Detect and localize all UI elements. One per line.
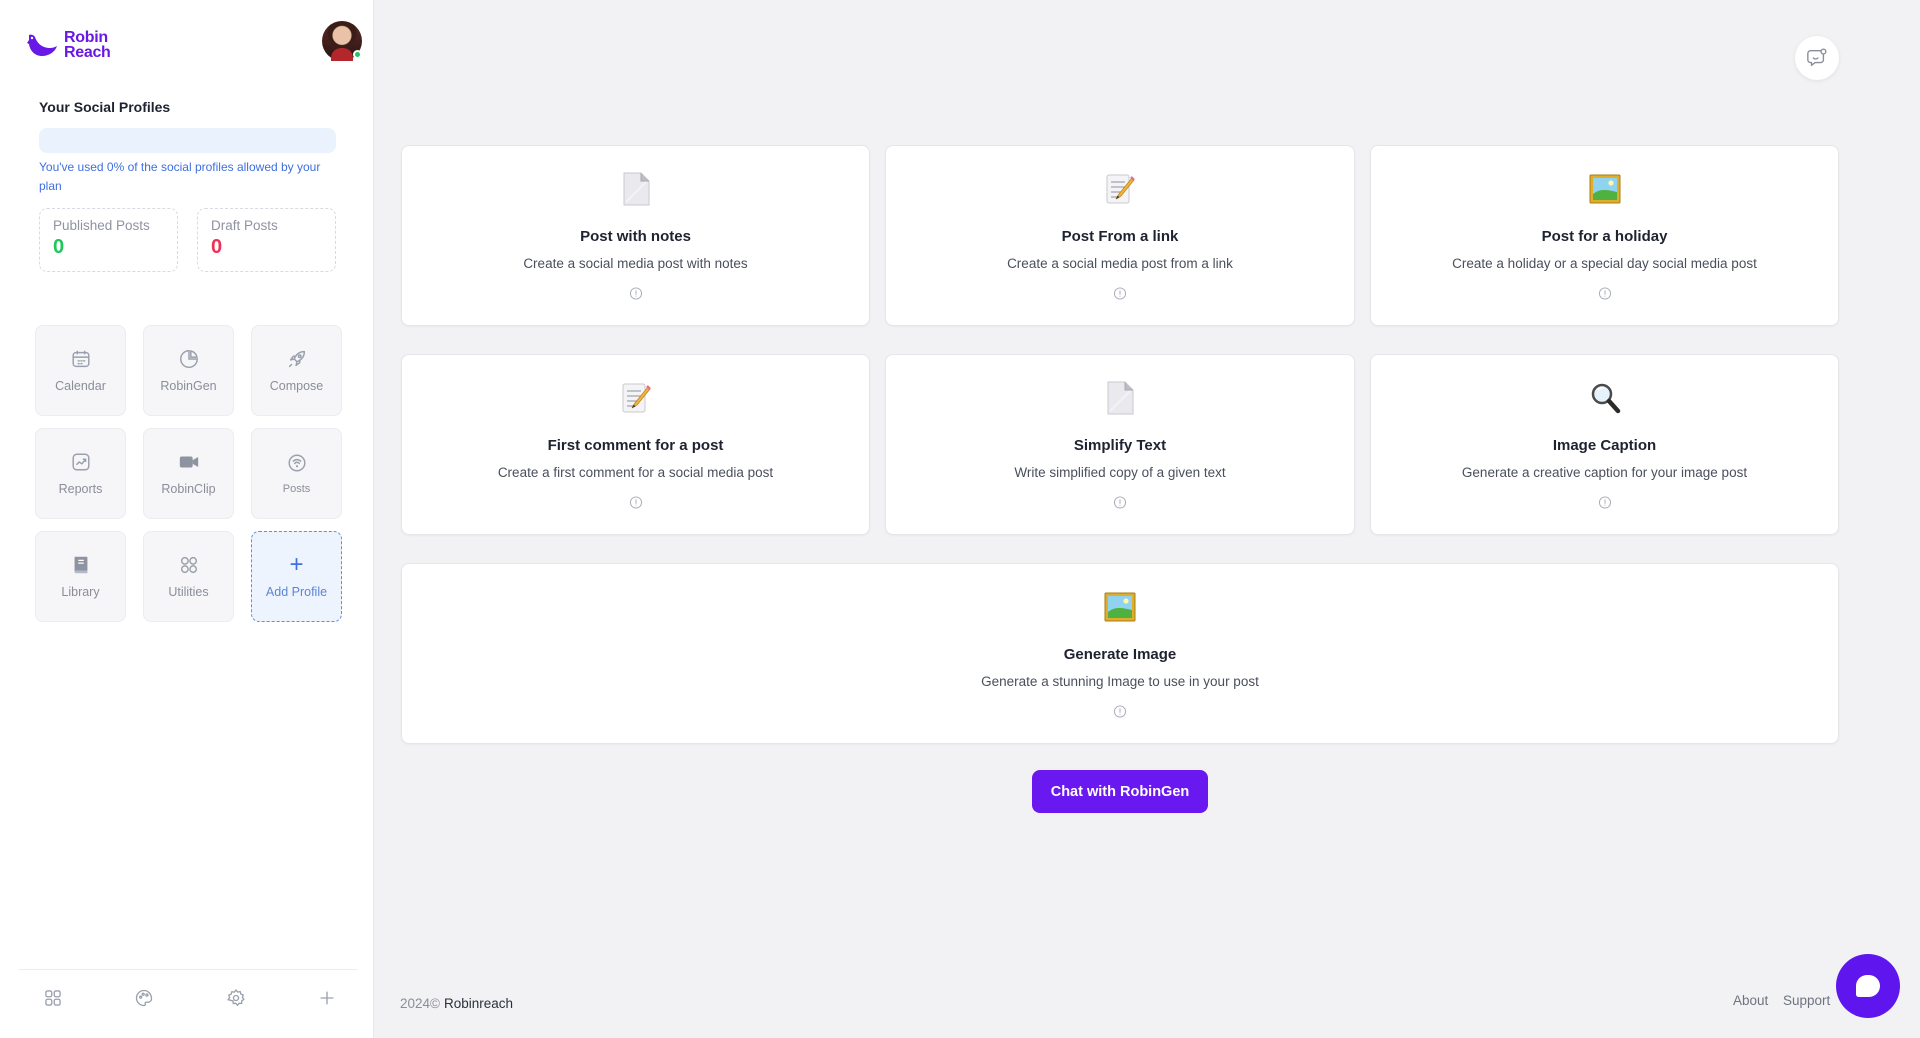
tile-label: Utilities <box>168 585 209 599</box>
draft-posts-stat[interactable]: Draft Posts 0 <box>197 208 336 272</box>
card-image-caption[interactable]: Image Caption Generate a creative captio… <box>1370 354 1839 535</box>
magnifier-icon <box>1591 383 1620 414</box>
sidebar-bottom-nav <box>19 969 357 1008</box>
tile-label: Library <box>61 585 100 599</box>
draft-posts-count: 0 <box>211 236 223 258</box>
card-post-with-notes[interactable]: Post with notes Create a social media po… <box>401 145 870 326</box>
settings-icon[interactable] <box>226 988 246 1008</box>
card-description: Generate a stunning Image to use in your… <box>981 674 1259 689</box>
info-icon[interactable] <box>1598 287 1611 300</box>
card-generate-image[interactable]: Generate Image Generate a stunning Image… <box>401 563 1839 744</box>
support-chat-button[interactable] <box>1836 954 1900 1018</box>
card-description: Generate a creative caption for your ima… <box>1461 465 1748 480</box>
tile-label: RobinGen <box>160 379 217 393</box>
robin-logo-icon <box>27 34 57 56</box>
published-posts-stat[interactable]: Published Posts 0 <box>39 208 178 272</box>
card-first-comment[interactable]: First comment for a post Create a first … <box>401 354 870 535</box>
tile-compose[interactable]: Compose <box>251 325 342 416</box>
document-icon <box>1107 381 1134 415</box>
tile-label: Calendar <box>55 379 106 393</box>
add-icon[interactable] <box>317 988 337 1008</box>
logo-text-line2: Reach <box>64 44 111 61</box>
card-description: Create a social media post from a link <box>1007 256 1233 271</box>
robingen-icon <box>179 350 198 368</box>
card-title: Post for a holiday <box>1541 228 1668 245</box>
footer-about-link[interactable]: About <box>1733 993 1768 1008</box>
published-posts-count: 0 <box>53 236 65 258</box>
tile-add-profile[interactable]: + Add Profile <box>251 531 342 622</box>
tile-label: Reports <box>58 482 103 496</box>
card-description: Write simplified copy of a given text <box>1014 465 1226 480</box>
card-simplify-text[interactable]: Simplify Text Write simplified copy of a… <box>885 354 1355 535</box>
logo-text-line1: Robin <box>64 29 108 46</box>
picture-icon <box>1104 592 1136 622</box>
avatar-body <box>331 48 353 61</box>
info-icon[interactable] <box>629 287 642 300</box>
video-icon <box>179 456 198 468</box>
draft-posts-label: Draft Posts <box>211 218 278 233</box>
tile-library[interactable]: Library <box>35 531 126 622</box>
card-title: Simplify Text <box>1073 437 1167 454</box>
tile-label: Add Profile <box>265 585 328 599</box>
card-title: Image Caption <box>1552 437 1657 454</box>
social-profiles-title: Your Social Profiles <box>39 99 171 115</box>
avatar[interactable] <box>322 21 362 61</box>
profile-usage-text: You've used 0% of the social profiles al… <box>39 160 321 193</box>
card-description: Create a social media post with notes <box>523 256 748 271</box>
tile-reports[interactable]: Reports <box>35 428 126 519</box>
tile-label: Compose <box>269 379 324 393</box>
card-description: Create a holiday or a special day social… <box>1452 256 1757 271</box>
card-post-from-link[interactable]: Post From a link Create a social media p… <box>885 145 1355 326</box>
grid-icon <box>180 556 197 574</box>
dashboard-icon[interactable] <box>43 988 63 1008</box>
footer-year: 2024© <box>400 996 440 1011</box>
card-description: Create a first comment for a social medi… <box>497 465 774 480</box>
feature-tiles: Calendar RobinGen Compose Reports RobinC… <box>35 325 342 622</box>
footer-copyright: 2024© Robinreach <box>400 996 513 1011</box>
chat-feedback-icon <box>1807 48 1827 67</box>
card-title: Post From a link <box>1061 228 1179 245</box>
card-title: Post with notes <box>580 228 691 245</box>
picture-icon <box>1589 174 1620 204</box>
profile-usage-bar <box>39 128 336 153</box>
card-title: First comment for a post <box>547 437 724 454</box>
tile-posts[interactable]: Posts <box>251 428 342 519</box>
tile-label: Posts <box>282 483 311 495</box>
book-icon <box>74 556 87 574</box>
feedback-button[interactable] <box>1795 36 1839 80</box>
sidebar: Robin Reach Your Social Profiles You've … <box>0 0 374 1038</box>
online-status-dot <box>353 50 362 59</box>
info-icon[interactable] <box>1598 496 1611 509</box>
posts-icon <box>287 454 306 472</box>
footer-brand[interactable]: Robinreach <box>444 996 513 1011</box>
tile-robingen[interactable]: RobinGen <box>143 325 234 416</box>
card-post-for-holiday[interactable]: Post for a holiday Create a holiday or a… <box>1370 145 1839 326</box>
info-icon[interactable] <box>1113 705 1127 718</box>
tile-label: RobinClip <box>161 482 216 496</box>
chat-with-robingen-button[interactable]: Chat with RobinGen <box>1032 770 1208 813</box>
logo[interactable]: Robin Reach <box>26 29 111 61</box>
palette-icon[interactable] <box>134 988 154 1008</box>
document-icon <box>623 172 649 206</box>
tile-utilities[interactable]: Utilities <box>143 531 234 622</box>
info-icon[interactable] <box>1113 496 1127 509</box>
plus-icon: + <box>289 551 304 578</box>
memo-icon <box>622 383 651 413</box>
reports-icon <box>71 453 90 471</box>
info-icon[interactable] <box>1113 287 1127 300</box>
tile-robinclip[interactable]: RobinClip <box>143 428 234 519</box>
calendar-icon <box>71 350 90 368</box>
rocket-icon <box>288 350 305 368</box>
chat-bubble-icon <box>1856 975 1880 997</box>
memo-icon <box>1106 174 1135 204</box>
info-icon[interactable] <box>629 496 642 509</box>
card-title: Generate Image <box>1063 646 1177 663</box>
footer-support-link[interactable]: Support <box>1783 993 1830 1008</box>
published-posts-label: Published Posts <box>53 218 150 233</box>
tile-calendar[interactable]: Calendar <box>35 325 126 416</box>
